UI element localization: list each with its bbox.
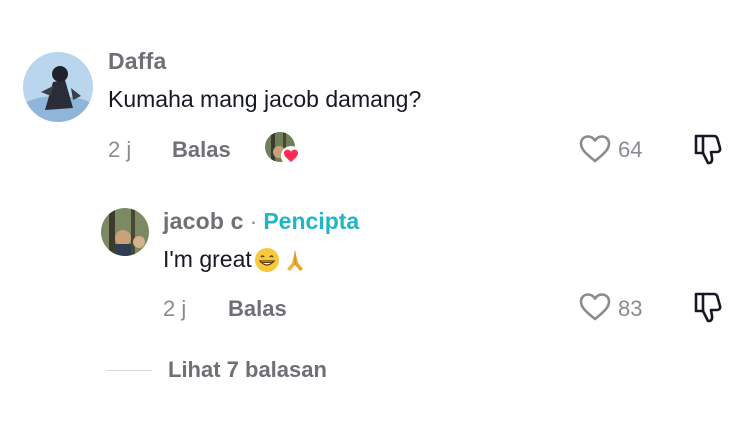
reply-like-count: 83 bbox=[618, 296, 643, 321]
dislike-icon[interactable] bbox=[692, 132, 724, 166]
avatar[interactable] bbox=[23, 52, 93, 122]
like-heart-icon[interactable] bbox=[578, 290, 612, 324]
grin-emoji-icon bbox=[254, 247, 280, 273]
separator-dot: · bbox=[249, 208, 258, 234]
like-heart-icon[interactable] bbox=[578, 132, 612, 166]
reply-item: jacob c · Pencipta I'm great 2 j Balas 8… bbox=[0, 190, 750, 340]
creator-liked-indicator bbox=[265, 132, 301, 166]
reply-username[interactable]: jacob c bbox=[163, 208, 244, 235]
folded-hands-emoji-icon bbox=[283, 247, 307, 273]
reply-text: I'm great bbox=[163, 246, 252, 272]
view-replies-divider bbox=[106, 370, 152, 371]
heart-badge-icon bbox=[281, 146, 301, 166]
reply-timestamp: 2 j bbox=[163, 296, 187, 321]
reply-button[interactable]: Balas bbox=[172, 137, 231, 163]
reply-header: jacob c · Pencipta bbox=[163, 208, 359, 235]
dislike-icon[interactable] bbox=[692, 290, 724, 324]
comment-username[interactable]: Daffa bbox=[108, 48, 167, 75]
comment-text: Kumaha mang jacob damang? bbox=[108, 86, 422, 112]
reply-reply-button[interactable]: Balas bbox=[228, 296, 287, 322]
creator-badge: Pencipta bbox=[263, 208, 360, 234]
comment-item: Daffa Kumaha mang jacob damang? 2 j Bala… bbox=[0, 0, 750, 185]
like-count: 64 bbox=[618, 137, 643, 162]
view-replies-button[interactable]: Lihat 7 balasan bbox=[168, 357, 327, 383]
reply-text-row: I'm great bbox=[163, 246, 307, 273]
comment-timestamp: 2 j bbox=[108, 137, 132, 162]
reply-avatar[interactable] bbox=[101, 208, 149, 256]
